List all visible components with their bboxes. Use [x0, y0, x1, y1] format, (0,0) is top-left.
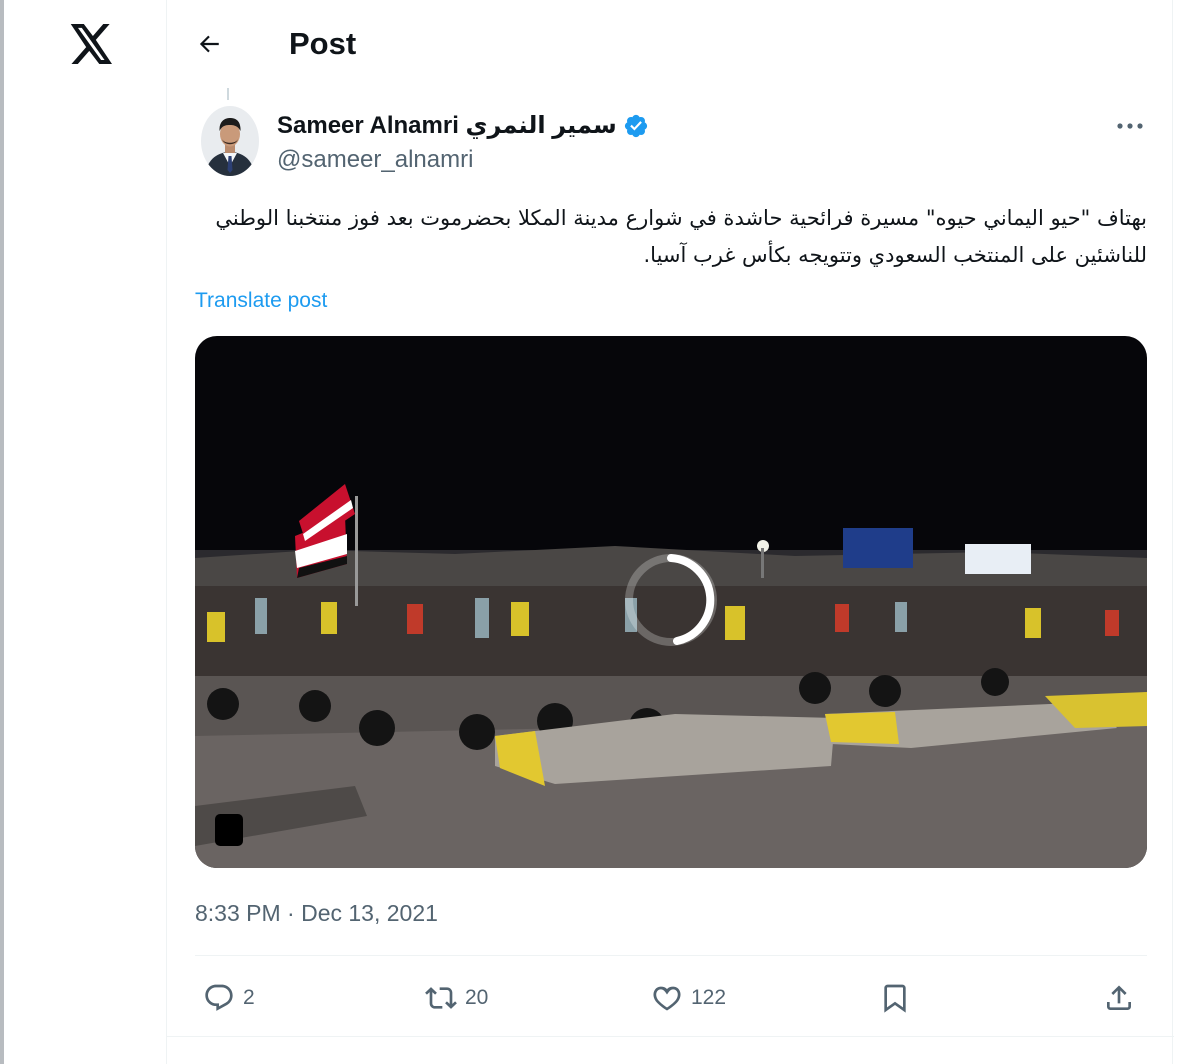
more-icon: [1117, 123, 1143, 129]
translate-post-link[interactable]: Translate post: [195, 288, 327, 314]
x-logo-icon[interactable]: [70, 24, 114, 68]
reply-button[interactable]: 2: [203, 974, 255, 1022]
verified-badge-icon: [624, 114, 647, 138]
divider: [195, 955, 1147, 956]
like-button[interactable]: 122: [651, 974, 726, 1022]
share-icon: [1107, 985, 1131, 1010]
video-player[interactable]: [195, 336, 1147, 868]
back-arrow-icon: [199, 35, 219, 53]
post-timestamp[interactable]: 8:33 PM · Dec 13, 2021: [195, 898, 438, 928]
repost-icon: [425, 987, 457, 1009]
post-text: بهتاف "حيو اليماني حيوه" مسيرة فرائحية ح…: [215, 206, 1147, 267]
repost-count: 20: [465, 986, 489, 1009]
repost-button[interactable]: 20: [425, 974, 488, 1022]
post-actions-bar: 2 20 122: [195, 974, 1147, 1022]
like-count: 122: [691, 986, 727, 1009]
divider: [167, 1036, 1174, 1037]
like-icon: [653, 986, 681, 1011]
share-button[interactable]: [1103, 974, 1135, 1022]
author-handle[interactable]: @sameer_alnamri: [277, 146, 473, 174]
window-left-edge: [0, 0, 4, 1064]
bookmark-button[interactable]: [879, 974, 911, 1022]
more-options-button[interactable]: [1110, 110, 1150, 142]
reply-count: 2: [243, 986, 255, 1009]
bookmark-icon: [884, 984, 906, 1013]
page-title: Post: [289, 26, 357, 61]
reply-icon: [205, 984, 233, 1011]
thread-line: [227, 88, 229, 100]
back-button[interactable]: [189, 24, 229, 64]
author-name[interactable]: Sameer Alnamri سمير النمري: [277, 112, 649, 140]
main-column: Post Sameer Alnamri سمير النمري @sameer_…: [166, 0, 1174, 1064]
author-display-name: Sameer Alnamri سمير النمري: [277, 112, 617, 139]
avatar[interactable]: [201, 106, 259, 176]
